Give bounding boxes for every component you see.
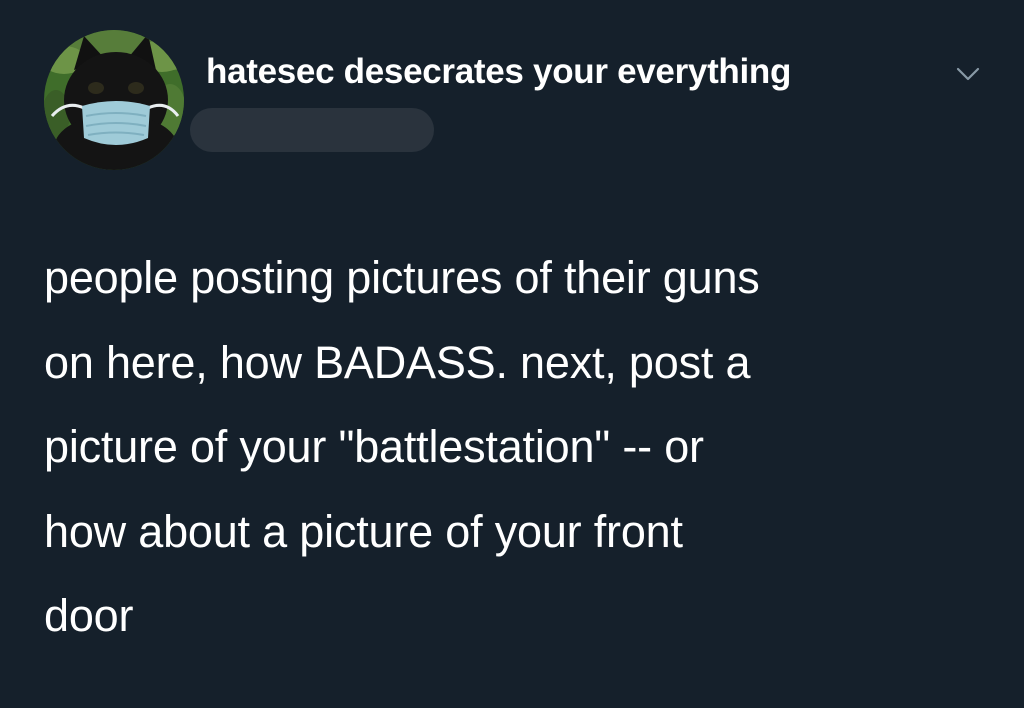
author-avatar[interactable] bbox=[44, 30, 184, 170]
tweet-text-line: picture of your "battlestation" -- or bbox=[44, 421, 704, 472]
tweet-card: hatesec desecrates your everything peopl… bbox=[0, 0, 1024, 708]
chevron-down-icon bbox=[956, 67, 980, 81]
tweet-text-line: door bbox=[44, 590, 134, 641]
masked-cat-avatar-icon bbox=[44, 30, 184, 170]
tweet-menu-button[interactable] bbox=[950, 62, 986, 86]
redacted-handle bbox=[190, 108, 434, 152]
author-display-name[interactable]: hatesec desecrates your everything bbox=[206, 52, 791, 92]
tweet-body-text: people posting pictures of their guns on… bbox=[44, 236, 994, 659]
tweet-text-line: people posting pictures of their guns bbox=[44, 252, 760, 303]
tweet-text-line: how about a picture of your front bbox=[44, 505, 683, 557]
tweet-text-line: on here, how BADASS. next, post a bbox=[44, 336, 751, 388]
